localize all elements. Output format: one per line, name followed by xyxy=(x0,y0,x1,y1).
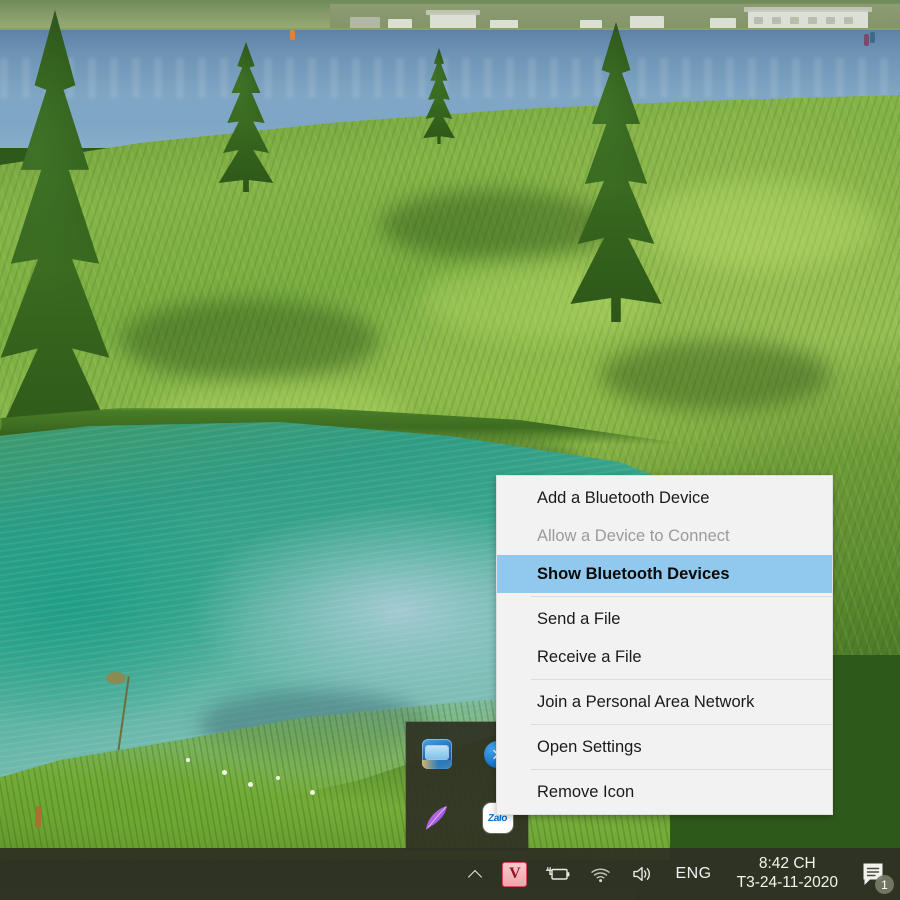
menu-item-add-a-bluetooth-device[interactable]: Add a Bluetooth Device xyxy=(497,479,832,517)
menu-separator xyxy=(531,724,832,725)
wallpaper-shadow xyxy=(120,300,380,380)
menu-separator xyxy=(531,596,832,597)
wifi-icon xyxy=(591,868,611,883)
menu-item-show-bluetooth-devices[interactable]: Show Bluetooth Devices xyxy=(497,555,832,593)
wallpaper-reed xyxy=(106,672,126,684)
menu-item-receive-a-file[interactable]: Receive a File xyxy=(497,638,832,676)
show-hidden-icons-button[interactable] xyxy=(459,848,493,900)
wallpaper-figure xyxy=(864,34,869,46)
bluetooth-context-menu[interactable]: Add a Bluetooth Device Allow a Device to… xyxy=(496,475,833,815)
wallpaper-flower xyxy=(35,806,41,828)
chevron-up-icon xyxy=(468,866,484,882)
menu-separator xyxy=(531,769,832,770)
wallpaper-highlight xyxy=(640,180,880,270)
tray-network-button[interactable] xyxy=(580,848,622,900)
tray-vietkey-button[interactable]: V xyxy=(493,848,536,900)
tray-battery-button[interactable] xyxy=(536,848,580,900)
battery-charging-icon xyxy=(546,867,570,880)
menu-item-join-a-personal-area-network[interactable]: Join a Personal Area Network xyxy=(497,683,832,721)
wallpaper-flower xyxy=(248,782,253,787)
action-center-badge: 1 xyxy=(875,875,894,894)
volume-icon xyxy=(633,866,651,882)
menu-separator xyxy=(531,679,832,680)
menu-item-allow-a-device-to-connect: Allow a Device to Connect xyxy=(537,527,730,545)
wallpaper-flower xyxy=(222,770,227,775)
menu-item-send-a-file[interactable]: Send a File xyxy=(497,600,832,638)
wallpaper-flower xyxy=(186,758,190,762)
wallpaper-flower xyxy=(276,776,280,780)
tray-icon-feather[interactable] xyxy=(415,796,459,840)
clock-date: T3-24-11-2020 xyxy=(736,874,838,891)
tray-volume-button[interactable] xyxy=(622,848,664,900)
wallpaper-flower xyxy=(310,790,315,795)
wallpaper-shadow xyxy=(600,340,830,410)
intel-graphics-icon xyxy=(421,739,452,769)
taskbar: V ENG 8:42 CH T3-24-11-2020 1 xyxy=(0,848,900,900)
tray-icon-intel-graphics[interactable] xyxy=(415,732,459,776)
menu-item-open-settings[interactable]: Open Settings xyxy=(497,728,832,766)
wallpaper-figure xyxy=(290,30,295,40)
language-indicator[interactable]: ENG xyxy=(664,848,722,900)
system-tray: V ENG 8:42 CH T3-24-11-2020 1 xyxy=(459,848,900,900)
wallpaper-shadow xyxy=(380,190,610,260)
feather-icon xyxy=(425,806,447,830)
taskbar-clock[interactable]: 8:42 CH T3-24-11-2020 xyxy=(723,848,848,900)
clock-time: 8:42 CH xyxy=(758,855,816,873)
menu-item-remove-icon[interactable]: Remove Icon xyxy=(497,773,832,811)
wallpaper-figure xyxy=(870,32,875,43)
wallpaper-lake-shimmer xyxy=(0,58,900,98)
desktop-screen: Zalo Add a Bluetooth Device Allow a Devi… xyxy=(0,0,900,900)
vietkey-icon: V xyxy=(502,861,528,887)
action-center-button[interactable]: 1 xyxy=(848,848,900,900)
